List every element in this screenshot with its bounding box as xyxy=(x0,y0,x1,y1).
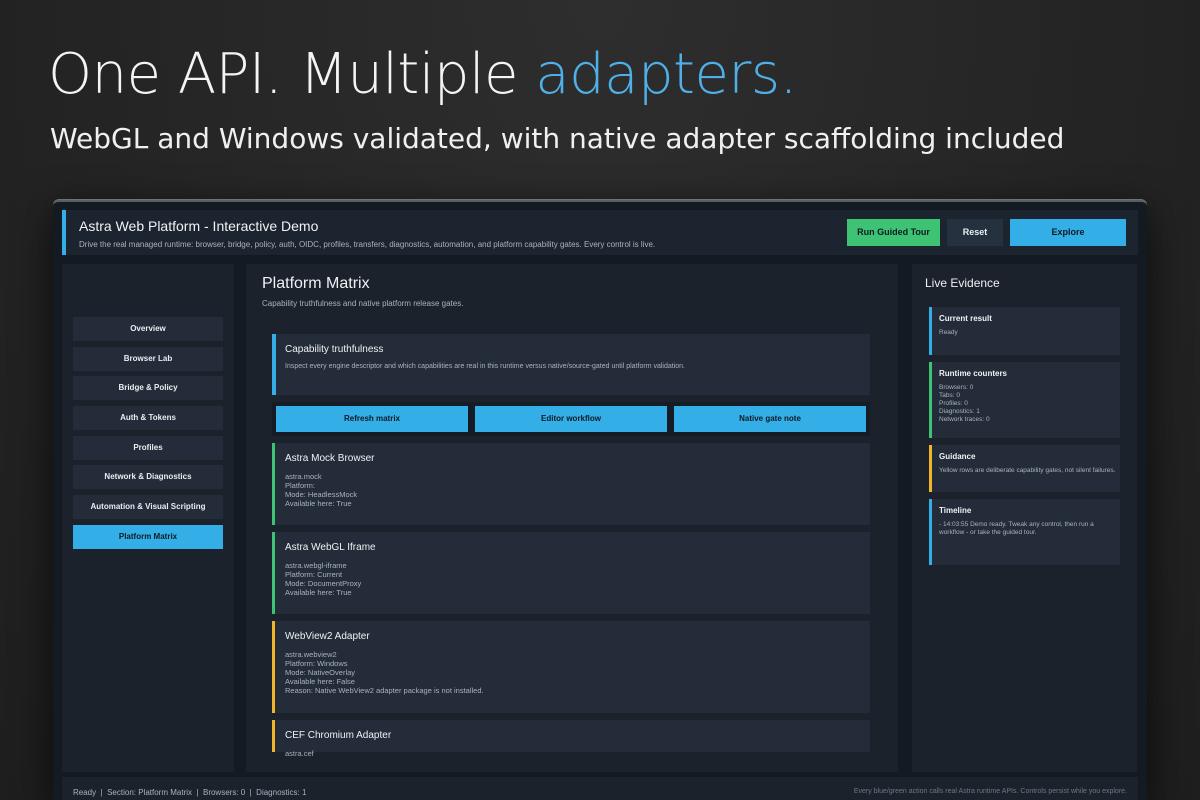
engine-detail: Available here: True xyxy=(285,499,352,508)
evidence-card-title: Guidance xyxy=(939,452,976,461)
app-description: Drive the real managed runtime: browser,… xyxy=(79,240,656,249)
engine-detail: astra.mock xyxy=(285,472,322,481)
status-bar: Ready | Section: Platform Matrix | Brows… xyxy=(62,777,1138,800)
sidebar-item-profiles[interactable]: Profiles xyxy=(73,436,223,460)
evidence-card-text: Yellow rows are deliberate capability ga… xyxy=(939,467,1116,474)
evidence-card-text: Ready xyxy=(939,329,958,336)
refresh-matrix-button[interactable]: Refresh matrix xyxy=(276,406,468,432)
evidence-card-title: Timeline xyxy=(939,506,972,515)
engine-detail: Platform: Windows xyxy=(285,659,348,668)
engine-detail: astra.cef xyxy=(285,749,314,758)
engine-detail: Mode: DocumentProxy xyxy=(285,579,362,588)
evidence-card-current-result: Current result Ready xyxy=(929,307,1120,355)
sidebar-item-network-diagnostics[interactable]: Network & Diagnostics xyxy=(73,465,223,489)
engine-row-webview2: WebView2 Adapter astra.webview2 Platform… xyxy=(272,621,870,713)
engine-detail: Mode: NativeOverlay xyxy=(285,668,356,677)
engine-detail: astra.webview2 xyxy=(285,650,337,659)
evidence-card-text: - 14:03:55 Demo ready. Tweak any control… xyxy=(939,521,1094,536)
evidence-card-runtime-counters: Runtime counters Browsers: 0 Tabs: 0 Pro… xyxy=(929,362,1120,438)
action-row: Refresh matrix Editor workflow Native ga… xyxy=(272,402,870,436)
hero-title: One API. Multiple adapters. xyxy=(48,42,797,107)
engine-details: astra.mock Platform: Mode: HeadlessMock … xyxy=(285,472,357,508)
engine-name: WebView2 Adapter xyxy=(285,631,370,642)
hero-subtitle: WebGL and Windows validated, with native… xyxy=(50,122,1065,155)
reset-button[interactable]: Reset xyxy=(947,219,1003,246)
page-subtitle: Capability truthfulness and native platf… xyxy=(262,299,464,308)
engine-name: Astra Mock Browser xyxy=(285,453,375,464)
status-note: Every blue/green action calls real Astra… xyxy=(853,788,1127,795)
engine-detail: astra.webgl-iframe xyxy=(285,561,347,570)
status-text: Ready | Section: Platform Matrix | Brows… xyxy=(73,788,307,797)
native-gate-note-button[interactable]: Native gate note xyxy=(674,406,866,432)
app-title: Astra Web Platform - Interactive Demo xyxy=(79,218,319,234)
hero-title-accent: adapters. xyxy=(535,42,797,107)
evidence-card-guidance: Guidance Yellow rows are deliberate capa… xyxy=(929,445,1120,492)
engine-details: astra.webgl-iframe Platform: Current Mod… xyxy=(285,561,361,597)
sidebar: Overview Browser Lab Bridge & Policy Aut… xyxy=(62,264,234,772)
main-panel: Platform Matrix Capability truthfulness … xyxy=(246,264,898,772)
app-window: Astra Web Platform - Interactive Demo Dr… xyxy=(53,200,1147,800)
evidence-card-timeline: Timeline - 14:03:55 Demo ready. Tweak an… xyxy=(929,499,1120,565)
evidence-card-title: Runtime counters xyxy=(939,369,1008,378)
engine-detail: Platform: xyxy=(285,481,316,490)
evidence-card-title: Current result xyxy=(939,314,992,323)
sidebar-item-browser-lab[interactable]: Browser Lab xyxy=(73,347,223,371)
engine-detail: Available here: False xyxy=(285,677,355,686)
hero-title-main: One API. Multiple xyxy=(48,42,536,107)
evidence-card-text: Browsers: 0 Tabs: 0 Profiles: 0 Diagnost… xyxy=(939,384,990,423)
engine-detail: Available here: True xyxy=(285,588,352,597)
run-guided-tour-button[interactable]: Run Guided Tour xyxy=(847,219,940,246)
evidence-title: Live Evidence xyxy=(925,276,1000,290)
engine-details: astra.cef xyxy=(285,749,314,758)
engine-detail: Mode: HeadlessMock xyxy=(285,490,358,499)
sidebar-item-bridge-policy[interactable]: Bridge & Policy xyxy=(73,376,223,400)
page-title: Platform Matrix xyxy=(262,275,370,292)
intro-card-description: Inspect every engine descriptor and whic… xyxy=(285,363,685,370)
intro-card-title: Capability truthfulness xyxy=(285,344,384,355)
engine-name: CEF Chromium Adapter xyxy=(285,730,392,741)
app-header: Astra Web Platform - Interactive Demo Dr… xyxy=(62,210,1138,255)
engine-row-mock: Astra Mock Browser astra.mock Platform: … xyxy=(272,443,870,525)
sidebar-item-automation[interactable]: Automation & Visual Scripting xyxy=(73,495,223,519)
sidebar-item-auth-tokens[interactable]: Auth & Tokens xyxy=(73,406,223,430)
live-evidence-panel: Live Evidence Current result Ready Runti… xyxy=(912,264,1137,772)
engine-row-cef: CEF Chromium Adapter astra.cef xyxy=(272,720,870,758)
sidebar-item-overview[interactable]: Overview xyxy=(73,317,223,341)
engine-detail: Reason: Native WebView2 adapter package … xyxy=(285,686,484,695)
sidebar-item-platform-matrix[interactable]: Platform Matrix xyxy=(73,525,223,549)
editor-workflow-button[interactable]: Editor workflow xyxy=(475,406,667,432)
intro-card: Capability truthfulness Inspect every en… xyxy=(272,334,870,395)
explore-button[interactable]: Explore xyxy=(1010,219,1126,246)
engine-name: Astra WebGL Iframe xyxy=(285,542,376,553)
engine-row-webgl: Astra WebGL Iframe astra.webgl-iframe Pl… xyxy=(272,532,870,614)
engine-details: astra.webview2 Platform: Windows Mode: N… xyxy=(285,650,484,695)
engine-detail: Platform: Current xyxy=(285,570,343,579)
